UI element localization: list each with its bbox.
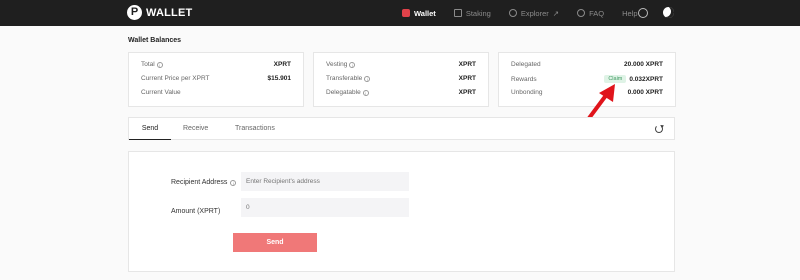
help-circle-icon bbox=[577, 9, 586, 17]
balance-label: Current Price per XPRT bbox=[141, 75, 210, 82]
nav-item-label: Explorer bbox=[520, 8, 549, 18]
page-title: Wallet Balances bbox=[128, 37, 182, 44]
info-icon[interactable]: i bbox=[230, 179, 237, 186]
balance-row-transferable: Transferable i XPRT bbox=[326, 75, 476, 82]
info-icon[interactable]: i bbox=[349, 61, 356, 68]
balance-value: XPRT bbox=[458, 75, 476, 82]
balance-label: Delegatable i bbox=[326, 89, 369, 96]
nav-item-wallet[interactable]: Wallet bbox=[402, 9, 436, 18]
balance-row-delegated: Delegated 20.000 XPRT bbox=[511, 61, 663, 68]
profile-icon[interactable] bbox=[638, 8, 648, 18]
nav-menu: Wallet Staking Explorer ↗ FAQ Help bbox=[402, 0, 656, 26]
explorer-icon bbox=[508, 9, 517, 17]
recipient-address-label: Recipient Address i bbox=[171, 179, 237, 186]
balance-label: Vesting i bbox=[326, 61, 356, 68]
tab-send[interactable]: Send bbox=[129, 117, 171, 140]
balance-row-price: Current Price per XPRT $15.901 bbox=[141, 75, 291, 82]
send-form: Recipient Address i Amount (XPRT) Send bbox=[128, 151, 675, 272]
persistence-logo-icon: P bbox=[127, 5, 142, 20]
refresh-icon[interactable] bbox=[655, 125, 663, 133]
balance-value: 0.000 XPRT bbox=[627, 89, 663, 96]
balance-value: 0.032XPRT bbox=[629, 75, 663, 83]
balance-label: Total i bbox=[141, 61, 163, 68]
balance-row-vesting: Vesting i XPRT bbox=[326, 61, 476, 68]
balance-card-total: Total i XPRT Current Price per XPRT $15.9… bbox=[128, 52, 304, 107]
balance-row-total: Total i XPRT bbox=[141, 61, 291, 68]
nav-item-faq[interactable]: FAQ bbox=[577, 9, 604, 18]
external-link-icon: ↗ bbox=[552, 8, 560, 18]
staking-icon bbox=[453, 9, 462, 17]
nav-item-label: Help bbox=[622, 8, 638, 18]
nav-item-label: Wallet bbox=[414, 8, 436, 18]
info-icon[interactable]: i bbox=[364, 75, 371, 82]
balance-row-delegatable: Delegatable i XPRT bbox=[326, 89, 476, 96]
tab-receive[interactable]: Receive bbox=[183, 117, 208, 140]
nav-item-explorer[interactable]: Explorer ↗ bbox=[508, 8, 560, 18]
balance-label: Rewards bbox=[511, 75, 537, 83]
balance-label: Unbonding bbox=[511, 89, 543, 96]
nav-item-staking[interactable]: Staking bbox=[453, 8, 491, 18]
wallet-tabs: Send Receive Transactions bbox=[128, 117, 675, 140]
wallet-icon bbox=[402, 9, 410, 17]
send-button[interactable]: Send bbox=[233, 233, 317, 252]
balance-label: Delegated bbox=[511, 61, 541, 68]
nav-item-help[interactable]: Help bbox=[622, 9, 637, 18]
balance-label: Current Value bbox=[141, 89, 181, 96]
balance-value: XPRT bbox=[458, 61, 476, 68]
balance-row-current-value: Current Value bbox=[141, 89, 291, 96]
balance-label: Transferable i bbox=[326, 75, 371, 82]
amount-label: Amount (XPRT) bbox=[171, 208, 221, 215]
info-icon[interactable]: i bbox=[362, 89, 369, 96]
balance-value: XPRT bbox=[458, 89, 476, 96]
recipient-address-input[interactable] bbox=[241, 172, 409, 191]
nav-item-label: FAQ bbox=[589, 8, 605, 18]
info-icon[interactable]: i bbox=[156, 61, 163, 68]
nav-item-label: Staking bbox=[465, 8, 491, 18]
balance-card-vesting: Vesting i XPRT Transferable i XPRT Delegat… bbox=[313, 52, 489, 107]
balance-value: XPRT bbox=[273, 61, 291, 68]
brand[interactable]: P WALLET bbox=[127, 5, 192, 20]
dark-mode-toggle-icon[interactable] bbox=[663, 7, 674, 18]
balance-value: 20.000 XPRT bbox=[623, 61, 663, 68]
brand-name: WALLET bbox=[146, 6, 193, 19]
tab-transactions[interactable]: Transactions bbox=[235, 117, 275, 140]
amount-input[interactable] bbox=[241, 198, 409, 217]
balance-value: $15.901 bbox=[267, 75, 292, 82]
top-nav: P WALLET Wallet Staking Explorer ↗ FAQ H… bbox=[0, 0, 800, 26]
